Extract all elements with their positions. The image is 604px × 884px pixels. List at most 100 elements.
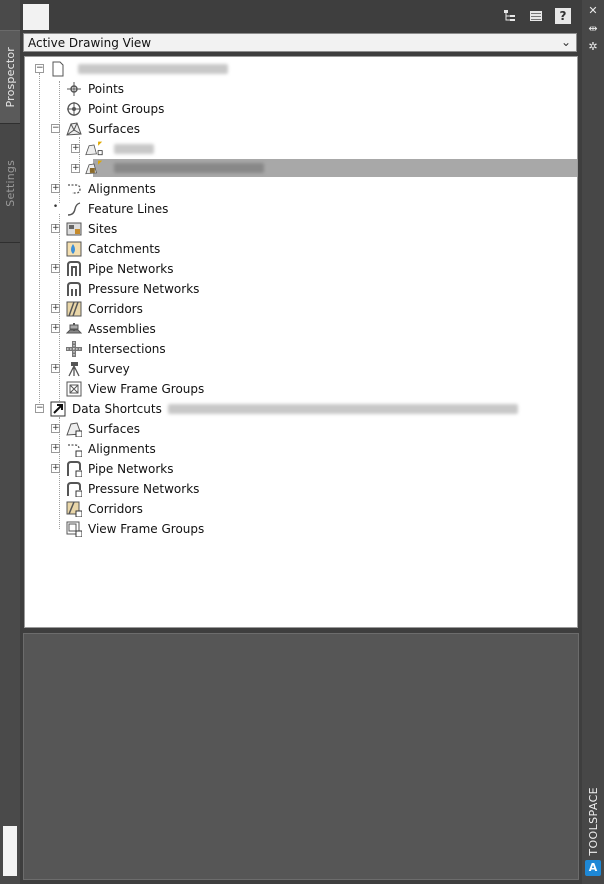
tree-item-feature-lines[interactable]: • Feature Lines [51,199,168,219]
alignments-icon [65,180,83,198]
tree-item-pipe-networks[interactable]: + Pipe Networks [51,259,173,279]
feature-lines-icon [65,200,83,218]
points-icon [65,80,83,98]
surface-tin-icon [85,159,103,177]
tree-item-label: Pressure Networks [88,282,200,296]
panel-toolbar: ? [20,0,582,32]
shortcut-surfaces[interactable]: + Surfaces [51,419,140,439]
sites-icon [65,220,83,238]
tree-item-alignments[interactable]: + Alignments [51,179,156,199]
tree-item-point-groups[interactable]: Point Groups [65,99,164,119]
tree-item-label: Pressure Networks [88,482,200,496]
shortcut-alignments[interactable]: + Alignments [51,439,156,459]
surface-child-1[interactable]: + [71,139,154,159]
tree-item-label: Catchments [88,242,161,256]
expand-icon[interactable]: + [51,464,60,473]
surface-child-2[interactable]: + [71,158,264,178]
palette-title-strip: ✕ ⇹ ✲ TOOLSPACE A [582,0,604,884]
shortcut-pressure-networks[interactable]: Pressure Networks [65,479,199,499]
data-shortcuts-icon [49,400,67,418]
tree-item-label: View Frame Groups [88,522,205,536]
data-shortcuts-label: Data Shortcuts [72,402,162,416]
tree-item-label: View Frame Groups [88,382,205,396]
expand-icon[interactable]: + [51,184,60,193]
survey-icon [65,360,83,378]
tree-drawing-node[interactable]: − [35,59,228,79]
prospector-panel: ? Active Drawing View ⌄ − Points Point G… [20,0,582,884]
view-frame-groups-icon [65,380,83,398]
tree-data-shortcuts[interactable]: − Data Shortcuts [35,399,518,419]
tree-item-label: Survey [88,362,130,376]
tab-prospector[interactable]: Prospector [0,30,20,124]
toolspace-title-text: TOOLSPACE [586,786,600,856]
expand-icon[interactable]: + [71,164,80,173]
tree-item-label: Surfaces [88,122,140,136]
pressure-networks-icon [65,280,83,298]
tab-settings-label: Settings [3,159,17,207]
tree-item-intersections[interactable]: Intersections [65,339,166,359]
collapse-icon[interactable]: − [35,404,44,413]
expand-icon[interactable]: + [51,304,60,313]
item-view-icon[interactable] [528,8,544,24]
properties-gear-icon[interactable]: ✲ [587,40,599,53]
tab-settings[interactable]: Settings [0,124,20,243]
shortcut-corridors[interactable]: Corridors [65,499,143,519]
tree-item-corridors[interactable]: + Corridors [51,299,143,319]
tree-item-label: Feature Lines [88,202,169,216]
collapse-icon[interactable]: − [35,64,44,73]
surface-name-obscured [114,144,154,154]
shortcut-view-frame-groups[interactable]: View Frame Groups [65,519,204,539]
expand-icon[interactable]: + [51,364,60,373]
shortcut-pipe-networks[interactable]: + Pipe Networks [51,459,173,479]
bullet-icon: • [51,202,60,213]
drawing-icon [49,60,67,78]
view-selector[interactable]: Active Drawing View ⌄ [23,33,577,52]
tab-prospector-label: Prospector [3,46,17,108]
tab-strip-marker [3,826,17,876]
toolspace-title: TOOLSPACE [582,787,604,856]
shortcut-pressure-networks-icon [65,480,83,498]
intersections-icon [65,340,83,358]
corridors-icon [65,300,83,318]
expand-icon[interactable]: + [51,324,60,333]
tree-item-pressure-networks[interactable]: Pressure Networks [65,279,199,299]
prospector-tree[interactable]: − Points Point Groups − Surfaces + + + A… [24,56,578,628]
tree-item-view-frame-groups[interactable]: View Frame Groups [65,379,204,399]
panel-header-swatch [23,4,49,30]
expand-icon[interactable]: + [71,144,80,153]
chevron-down-icon: ⌄ [560,35,571,49]
help-icon[interactable]: ? [555,8,571,24]
shortcut-pipe-networks-icon [65,460,83,478]
tree-item-points[interactable]: Points [65,79,124,99]
surface-name-obscured [114,163,264,173]
tree-item-label: Corridors [88,502,143,516]
item-view-pane [23,633,579,880]
expand-icon[interactable]: + [51,424,60,433]
expand-icon[interactable]: + [51,444,60,453]
tree-item-survey[interactable]: + Survey [51,359,130,379]
shortcut-view-frame-groups-icon [65,520,83,538]
close-icon[interactable]: ✕ [587,4,599,17]
auto-hide-icon[interactable]: ⇹ [587,22,599,35]
tree-item-assemblies[interactable]: + Assemblies [51,319,156,339]
tree-item-label: Assemblies [88,322,156,336]
shortcut-corridors-icon [65,500,83,518]
tree-item-catchments[interactable]: Catchments [65,239,160,259]
drawing-name-obscured [78,64,228,74]
shortcut-surfaces-icon [65,420,83,438]
tree-item-surfaces[interactable]: − Surfaces [51,119,140,139]
tree-item-sites[interactable]: + Sites [51,219,117,239]
tree-item-label: Alignments [88,182,156,196]
tree-item-label: Pipe Networks [88,262,174,276]
tree-view-icon[interactable] [502,8,518,24]
left-tab-strip: Prospector Settings [0,0,21,884]
surfaces-icon [65,120,83,138]
collapse-icon[interactable]: − [51,124,60,133]
shortcut-alignments-icon [65,440,83,458]
autodesk-logo-icon: A [585,860,601,876]
expand-icon[interactable]: + [51,264,60,273]
expand-icon[interactable]: + [51,224,60,233]
assemblies-icon [65,320,83,338]
tree-item-label: Pipe Networks [88,462,174,476]
pipe-networks-icon [65,260,83,278]
